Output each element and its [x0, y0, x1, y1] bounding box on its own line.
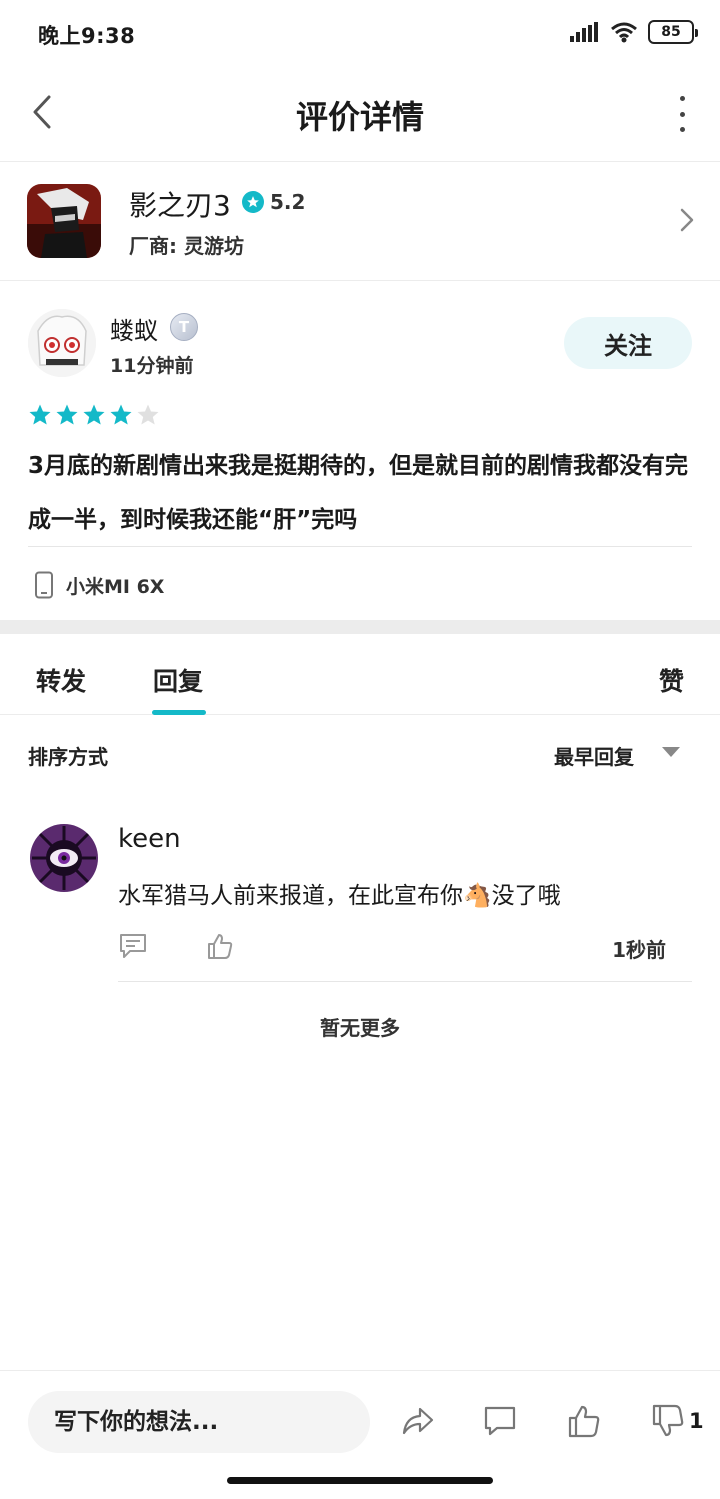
- star-filled-icon: [110, 404, 132, 425]
- home-indicator[interactable]: [227, 1477, 493, 1484]
- comment-icon[interactable]: [118, 932, 148, 960]
- game-icon: [27, 184, 101, 258]
- divider: [118, 981, 692, 982]
- tab-reply[interactable]: 回复: [153, 662, 203, 698]
- sort-label: 排序方式: [28, 745, 108, 769]
- game-info-row[interactable]: 影之刃3 5.2 厂商: 灵游坊: [0, 162, 720, 281]
- section-separator: [0, 620, 720, 634]
- share-icon[interactable]: [400, 1403, 436, 1439]
- wifi-icon: [611, 22, 637, 43]
- star-filled-icon: [83, 404, 105, 425]
- status-time: 晚上9:38: [38, 24, 136, 48]
- rating-value: 5.2: [270, 190, 306, 214]
- caret-down-icon[interactable]: [662, 747, 680, 757]
- star-empty-icon: [137, 404, 159, 425]
- comment-icon[interactable]: [482, 1403, 518, 1439]
- signal-icon: [570, 22, 598, 42]
- device-info: 小米MI 6X: [34, 571, 164, 599]
- sort-dropdown[interactable]: 最早回复: [554, 741, 634, 770]
- reply-avatar[interactable]: [30, 824, 98, 892]
- thumbs-up-icon[interactable]: [206, 932, 234, 960]
- tab-forward[interactable]: 转发: [36, 662, 86, 698]
- battery-indicator: 85: [648, 20, 698, 44]
- header: 评价详情: [0, 68, 720, 162]
- review-star-rating: [28, 403, 160, 427]
- follow-button[interactable]: 关注: [564, 317, 692, 369]
- more-dot-icon: [679, 127, 685, 132]
- more-dot-icon: [679, 111, 685, 117]
- review-card: 蝼蚁 T 11分钟前 关注 3月底的新剧情出来我是挺期待的，但是就目前的剧情我都…: [0, 281, 720, 621]
- more-dot-icon: [679, 96, 685, 101]
- phone-icon: [35, 571, 53, 599]
- page-title: 评价详情: [295, 98, 424, 136]
- user-level-badge: T: [170, 313, 198, 341]
- reply-time: 1秒前: [612, 938, 666, 962]
- game-name: 影之刃3: [129, 189, 231, 222]
- dislike-count: 1: [689, 1409, 704, 1433]
- game-vendor: 厂商: 灵游坊: [129, 234, 244, 258]
- rating-star-icon: [242, 191, 264, 213]
- thumbs-down-icon[interactable]: [650, 1403, 686, 1439]
- review-time: 11分钟前: [110, 355, 194, 377]
- game-rating: 5.2: [242, 190, 305, 214]
- reply-user-name[interactable]: keen: [118, 824, 181, 854]
- review-text: 3月底的新剧情出来我是挺期待的，但是就目前的剧情我都没有完成一半，到时候我还能“…: [28, 453, 689, 533]
- divider: [28, 546, 692, 547]
- no-more-label: 暂无更多: [320, 1016, 400, 1040]
- more-options-button[interactable]: [676, 96, 688, 132]
- tab-like[interactable]: 赞: [659, 662, 684, 698]
- avatar[interactable]: [28, 309, 96, 377]
- status-bar: 晚上9:38 85: [0, 0, 720, 68]
- chevron-right-icon: [680, 208, 694, 232]
- bottom-action-bar: 1: [0, 1370, 720, 1470]
- status-icons: 85: [570, 20, 698, 44]
- star-filled-icon: [29, 404, 51, 425]
- review-user-name[interactable]: 蝼蚁: [110, 311, 158, 346]
- reply-item: keen 水军猎马人前来报道，在此宣布你🐴没了哦 1秒前: [0, 810, 720, 982]
- thumbs-up-icon[interactable]: [566, 1403, 602, 1439]
- reply-actions: [118, 932, 234, 960]
- reply-text: 水军猎马人前来报道，在此宣布你🐴没了哦: [118, 883, 561, 909]
- comment-input[interactable]: [28, 1391, 370, 1453]
- tab-bar: 转发 回复 赞: [0, 634, 720, 715]
- sort-row: 排序方式 最早回复: [0, 715, 720, 791]
- star-filled-icon: [56, 404, 78, 425]
- device-name: 小米MI 6X: [66, 575, 165, 598]
